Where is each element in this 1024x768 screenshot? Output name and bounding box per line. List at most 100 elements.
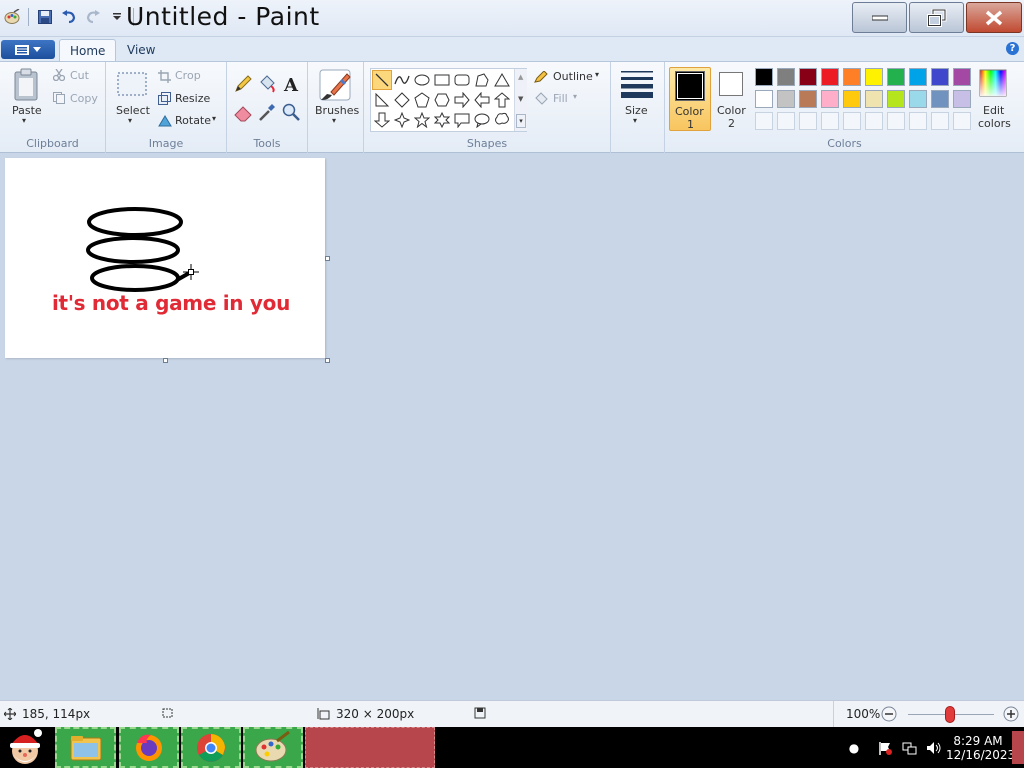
brushes-dropdown-icon[interactable]: ▾ bbox=[332, 116, 336, 125]
network-icon[interactable] bbox=[898, 741, 922, 755]
shapes-expand-icon[interactable]: ▾ bbox=[516, 114, 526, 128]
right-triangle-shape-icon[interactable] bbox=[372, 90, 392, 110]
size-dropdown-icon[interactable]: ▾ bbox=[633, 116, 637, 125]
zoom-slider-thumb[interactable] bbox=[945, 706, 955, 723]
palette-swatch[interactable] bbox=[799, 68, 817, 86]
show-desktop-button[interactable] bbox=[1012, 731, 1024, 764]
custom-color-slot[interactable] bbox=[821, 112, 839, 130]
paint-menu-button[interactable] bbox=[1, 40, 55, 59]
polygon-shape-icon[interactable] bbox=[472, 70, 492, 90]
right-arrow-shape-icon[interactable] bbox=[452, 90, 472, 110]
line-shape-icon[interactable] bbox=[372, 70, 392, 90]
oval-shape-icon[interactable] bbox=[412, 70, 432, 90]
left-arrow-shape-icon[interactable] bbox=[472, 90, 492, 110]
palette-swatch[interactable] bbox=[887, 68, 905, 86]
custom-color-slot[interactable] bbox=[777, 112, 795, 130]
edit-colors-label[interactable]: Edit bbox=[983, 104, 1004, 117]
paste-dropdown-icon[interactable]: ▾ bbox=[22, 116, 26, 125]
custom-color-slot[interactable] bbox=[799, 112, 817, 130]
shapes-scrollbar[interactable]: ▲ ▼ ▾ bbox=[514, 69, 527, 131]
outline-dropdown-icon[interactable]: ▾ bbox=[595, 70, 599, 79]
custom-color-slot[interactable] bbox=[887, 112, 905, 130]
help-icon[interactable]: ? bbox=[1006, 42, 1019, 55]
paint-app-icon[interactable] bbox=[2, 6, 22, 28]
paste-button[interactable] bbox=[13, 68, 41, 105]
start-button[interactable] bbox=[2, 727, 48, 768]
redo-icon[interactable] bbox=[83, 6, 103, 28]
taskbar-clock[interactable]: 8:29 AM 12/16/2023 bbox=[946, 734, 1015, 762]
palette-swatch[interactable] bbox=[821, 90, 839, 108]
color2-number[interactable]: 2 bbox=[728, 117, 735, 130]
palette-swatch[interactable] bbox=[755, 68, 773, 86]
scroll-up-icon[interactable]: ▲ bbox=[518, 73, 523, 81]
action-center-flag-icon[interactable] bbox=[872, 741, 898, 755]
custom-color-slot[interactable] bbox=[865, 112, 883, 130]
palette-swatch[interactable] bbox=[799, 90, 817, 108]
rotate-button[interactable]: Rotate bbox=[175, 114, 211, 127]
fill-dropdown-icon[interactable]: ▾ bbox=[573, 92, 577, 101]
tray-dot-icon[interactable]: ● bbox=[836, 741, 872, 755]
custom-color-slot[interactable] bbox=[843, 112, 861, 130]
brushes-icon[interactable] bbox=[319, 68, 353, 105]
taskbar-file-explorer[interactable] bbox=[55, 727, 116, 768]
undo-icon[interactable] bbox=[59, 6, 79, 28]
palette-swatch[interactable] bbox=[821, 68, 839, 86]
custom-color-slot[interactable] bbox=[931, 112, 949, 130]
palette-swatch[interactable] bbox=[887, 90, 905, 108]
zoom-in-button[interactable] bbox=[1003, 706, 1019, 722]
magnifier-icon[interactable] bbox=[281, 102, 301, 125]
rounded-rectangle-shape-icon[interactable] bbox=[452, 70, 472, 90]
pencil-icon[interactable] bbox=[233, 74, 253, 97]
diamond-shape-icon[interactable] bbox=[392, 90, 412, 110]
cut-button[interactable]: Cut bbox=[70, 69, 89, 82]
customize-qat-icon[interactable] bbox=[107, 6, 127, 28]
restore-button[interactable] bbox=[909, 2, 964, 33]
rotate-dropdown-icon[interactable]: ▾ bbox=[212, 114, 216, 123]
oval-callout-icon[interactable] bbox=[472, 110, 492, 130]
triangle-shape-icon[interactable] bbox=[492, 70, 512, 90]
save-icon[interactable] bbox=[35, 6, 55, 28]
palette-swatch[interactable] bbox=[953, 68, 971, 86]
minimize-button[interactable] bbox=[852, 2, 907, 33]
palette-swatch[interactable] bbox=[909, 68, 927, 86]
canvas-resize-handle-right[interactable] bbox=[325, 256, 330, 261]
canvas-workspace[interactable]: it's not a game in you bbox=[0, 153, 1024, 700]
taskbar-firefox[interactable] bbox=[119, 727, 179, 768]
rectangle-shape-icon[interactable] bbox=[432, 70, 452, 90]
four-point-star-icon[interactable] bbox=[392, 110, 412, 130]
custom-color-slot[interactable] bbox=[755, 112, 773, 130]
canvas-resize-handle-bottom[interactable] bbox=[163, 358, 168, 363]
volume-icon[interactable] bbox=[922, 741, 946, 755]
select-label[interactable]: Select bbox=[116, 104, 150, 117]
down-arrow-shape-icon[interactable] bbox=[372, 110, 392, 130]
taskbar-active-window[interactable] bbox=[305, 727, 435, 768]
color1-button[interactable]: Color 1 bbox=[669, 67, 711, 131]
edit-colors-label2[interactable]: colors bbox=[978, 117, 1011, 130]
palette-swatch[interactable] bbox=[909, 90, 927, 108]
outline-button[interactable]: Outline bbox=[553, 70, 593, 83]
canvas-resize-handle-corner[interactable] bbox=[325, 358, 330, 363]
palette-swatch[interactable] bbox=[953, 90, 971, 108]
taskbar-chrome[interactable] bbox=[181, 727, 241, 768]
scroll-down-icon[interactable]: ▼ bbox=[518, 95, 523, 103]
copy-button[interactable]: Copy bbox=[70, 92, 98, 105]
tab-view[interactable]: View bbox=[117, 39, 165, 61]
palette-swatch[interactable] bbox=[931, 68, 949, 86]
eraser-icon[interactable] bbox=[233, 102, 253, 125]
resize-button[interactable]: Resize bbox=[175, 92, 210, 105]
custom-color-slot[interactable] bbox=[909, 112, 927, 130]
color2-button[interactable] bbox=[719, 72, 743, 96]
palette-swatch[interactable] bbox=[843, 68, 861, 86]
crop-button[interactable]: Crop bbox=[175, 69, 201, 82]
color-picker-icon[interactable] bbox=[257, 102, 277, 125]
paste-label[interactable]: Paste bbox=[12, 104, 42, 117]
rect-callout-icon[interactable] bbox=[452, 110, 472, 130]
close-button[interactable] bbox=[966, 2, 1022, 33]
palette-swatch[interactable] bbox=[777, 90, 795, 108]
hexagon-shape-icon[interactable] bbox=[432, 90, 452, 110]
pentagon-shape-icon[interactable] bbox=[412, 90, 432, 110]
color2-label[interactable]: Color bbox=[717, 104, 746, 117]
select-dropdown-icon[interactable]: ▾ bbox=[128, 116, 132, 125]
text-tool-icon[interactable]: A bbox=[281, 74, 301, 97]
palette-swatch[interactable] bbox=[843, 90, 861, 108]
